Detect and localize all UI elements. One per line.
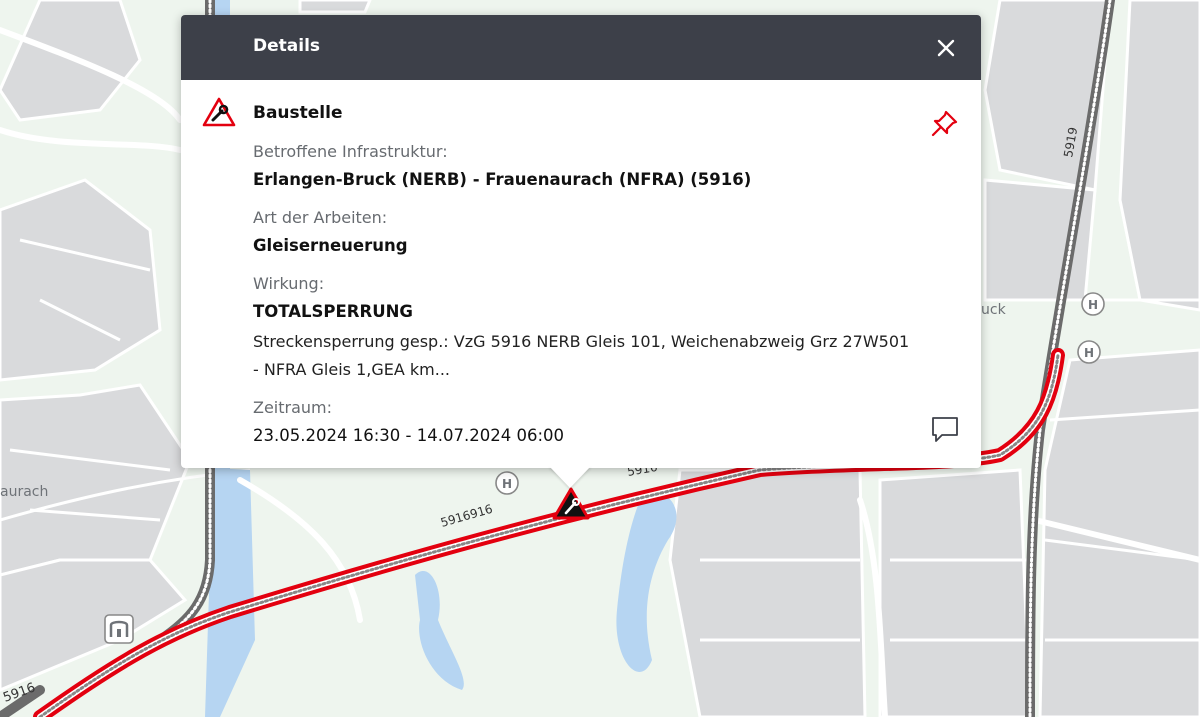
period-end: 14.07.2024 06:00 — [416, 426, 565, 445]
bus-stop-icon: H — [1077, 340, 1101, 364]
popup-title: Details — [253, 36, 321, 56]
infrastructure-value: Erlangen-Bruck (NERB) - Frauenaurach (NF… — [253, 170, 752, 189]
event-type: Baustelle — [253, 103, 343, 123]
infrastructure-label: Betroffene Infrastruktur: — [253, 142, 448, 161]
effect-label: Wirkung: — [253, 274, 325, 293]
period-value: 23.05.2024 16:30 - 14.07.2024 06:00 — [253, 426, 564, 445]
station-icon — [104, 614, 134, 644]
period-start: 23.05.2024 16:30 — [253, 426, 401, 445]
details-popup: Details Baustelle Betroffene Infrastrukt… — [181, 15, 981, 468]
place-label: uck — [981, 302, 1007, 318]
period-label: Zeitraum: — [253, 398, 333, 417]
popup-header: Details — [181, 15, 981, 80]
bus-stop-icon: H — [1081, 292, 1105, 316]
pin-icon[interactable] — [929, 107, 961, 139]
effect-description: Streckensperrung gesp.: VzG 5916 NERB Gl… — [253, 332, 910, 379]
place-label: aurach — [0, 484, 48, 500]
construction-warning-icon — [202, 97, 236, 127]
period-separator: - — [400, 426, 417, 445]
svg-text:H: H — [502, 477, 512, 491]
svg-text:H: H — [1084, 346, 1094, 360]
work-value: Gleiserneuerung — [253, 236, 408, 255]
popup-pointer — [549, 466, 591, 488]
svg-text:H: H — [1088, 298, 1098, 312]
bus-stop-icon: H — [495, 471, 519, 495]
work-label: Art der Arbeiten: — [253, 208, 388, 227]
close-icon[interactable] — [929, 31, 963, 65]
comment-icon[interactable] — [929, 413, 961, 445]
effect-value: TOTALSPERRUNG — [253, 302, 413, 321]
